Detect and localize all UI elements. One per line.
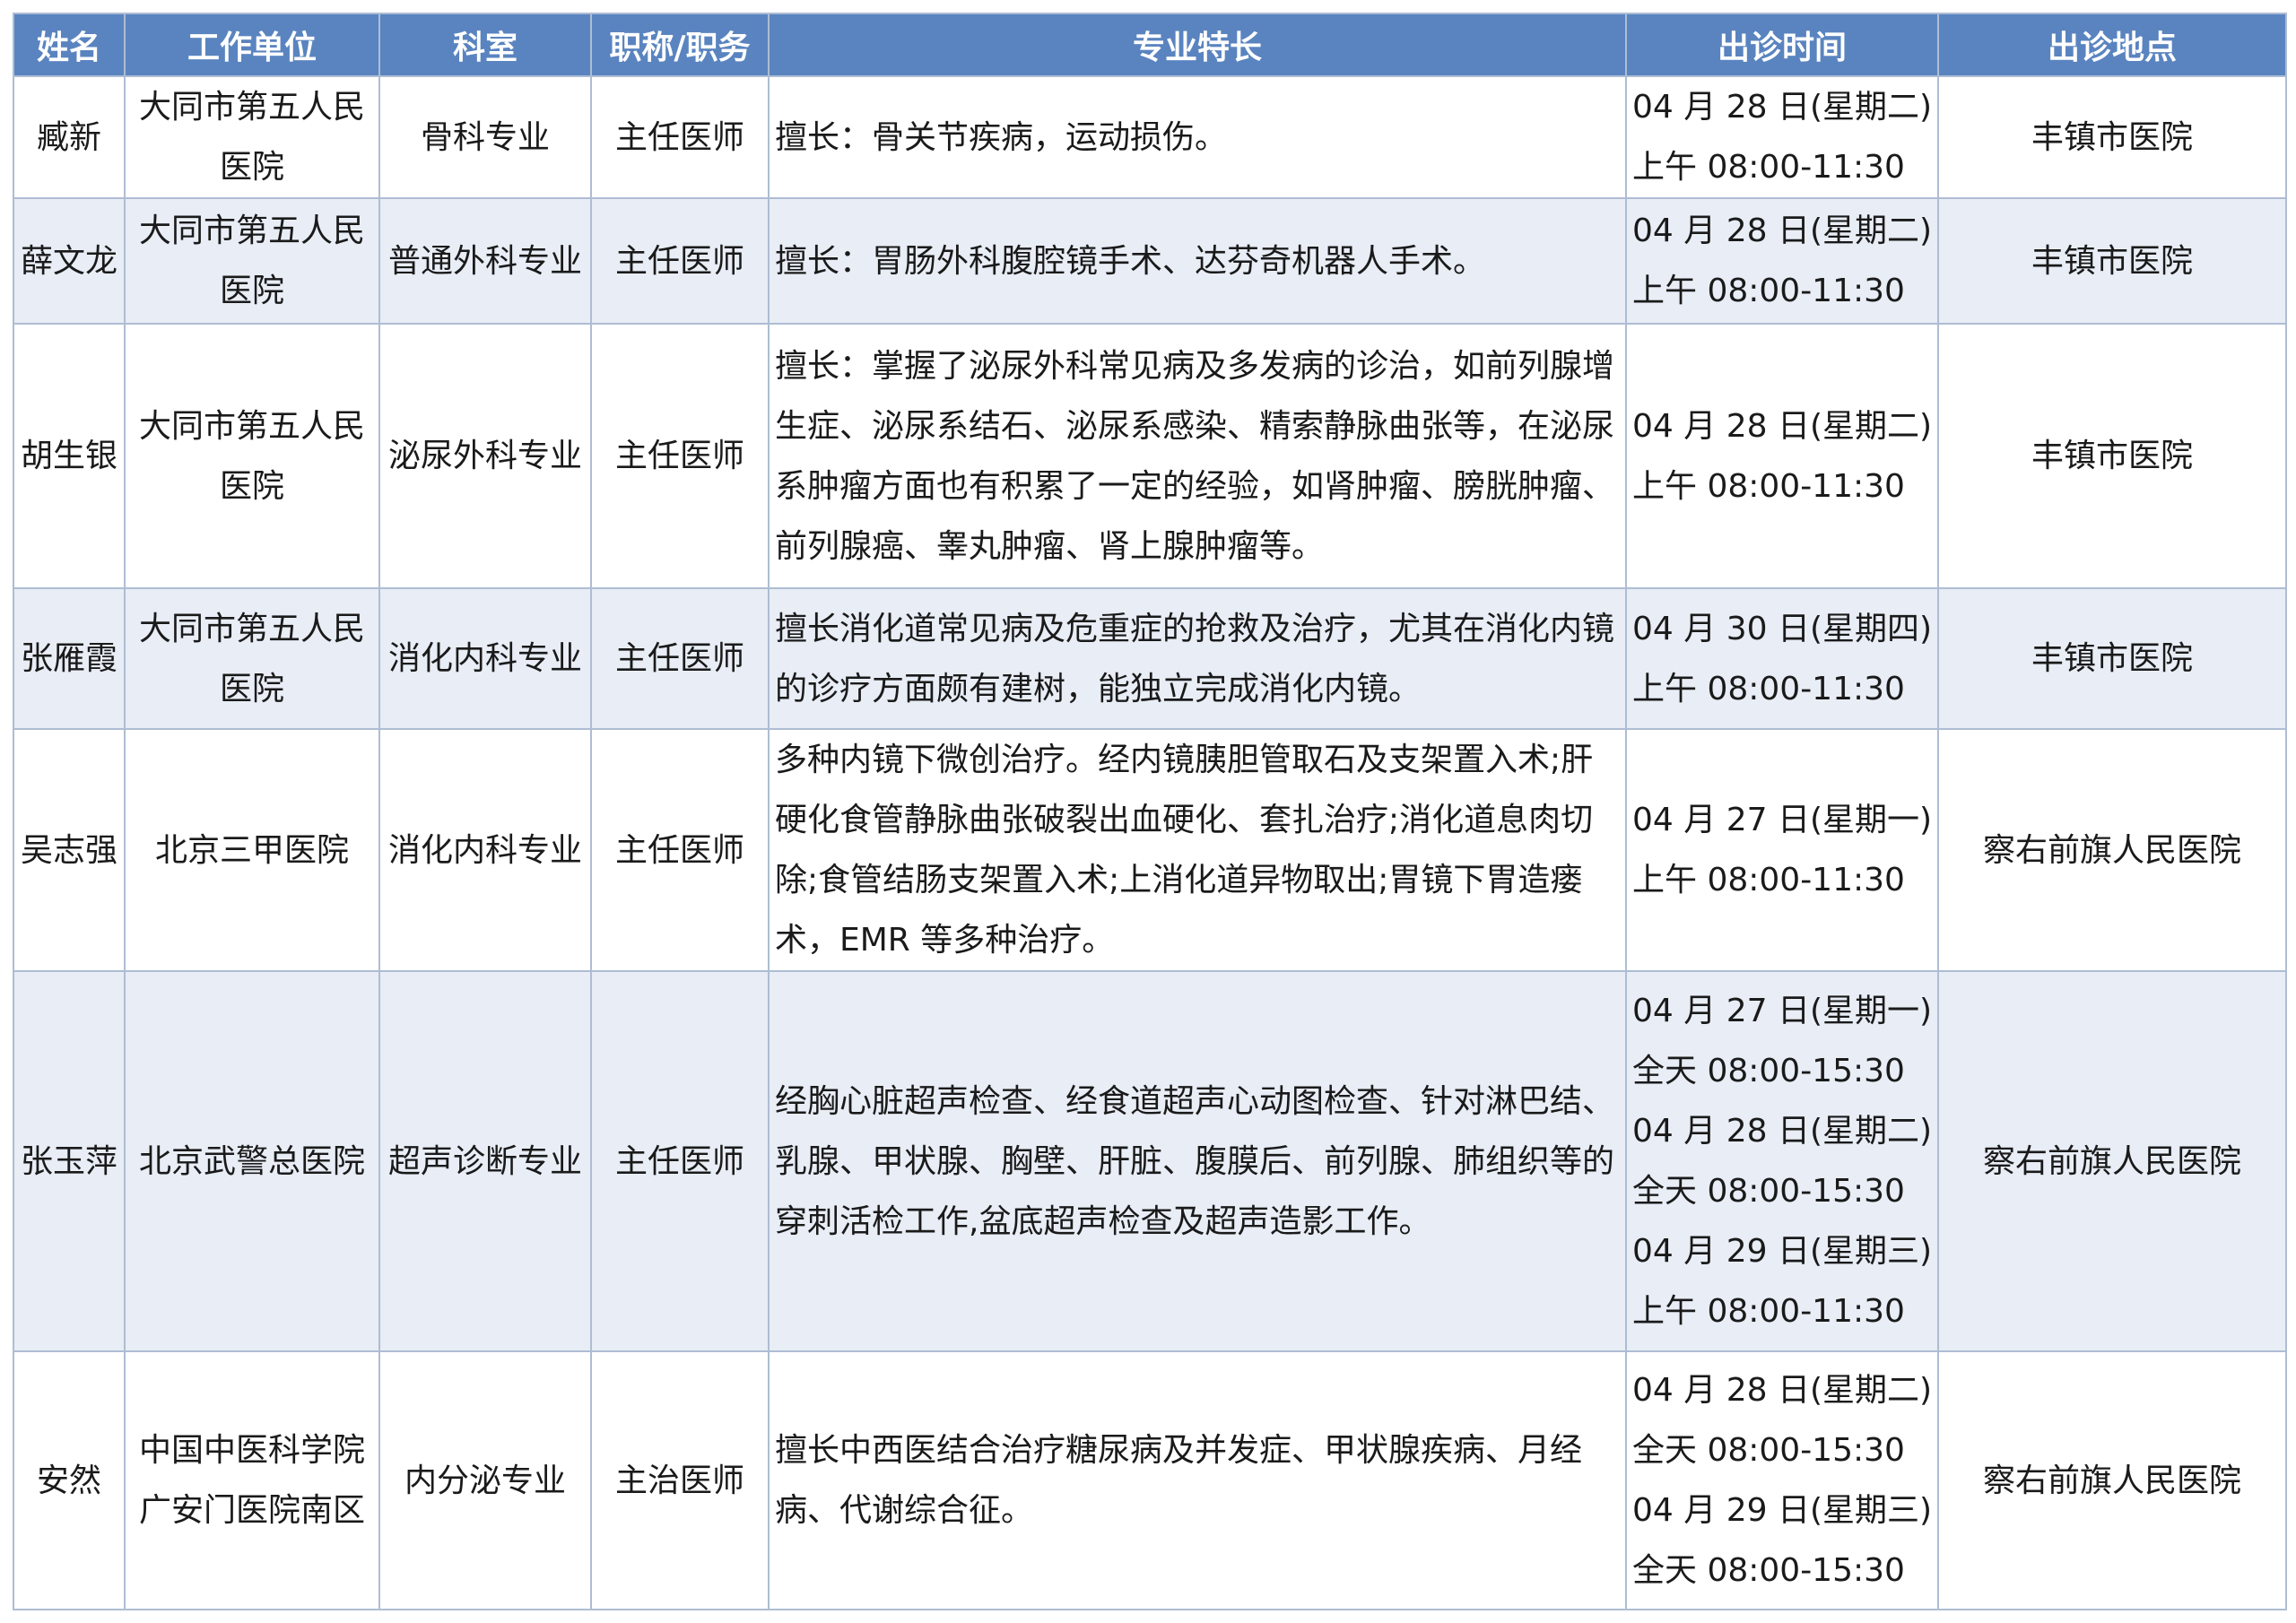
time-line: 上午 08:00-11:30: [1632, 862, 1905, 898]
doctor-name: 安然: [13, 1350, 126, 1610]
time-line: 04 月 29 日(星期三): [1632, 1492, 1933, 1529]
time-line: 04 月 28 日(星期二): [1632, 213, 1933, 249]
doctor-name: 张玉萍: [13, 970, 126, 1352]
time-line: 全天 08:00-15:30: [1632, 1173, 1905, 1210]
clinic-location: 察右前旗人民医院: [1937, 970, 2287, 1352]
clinic-time: 04 月 28 日(星期二) 全天 08:00-15:30 04 月 29 日(…: [1625, 1350, 1939, 1610]
table-row: 安然 中国中医科学院 广安门医院南区 内分泌专业 主治医师 擅长中西医结合治疗糖…: [13, 1350, 2287, 1610]
work-unit-line: 医院: [219, 467, 284, 505]
clinic-location: 丰镇市医院: [1937, 587, 2287, 730]
job-title: 主任医师: [590, 728, 770, 972]
time-line: 04 月 27 日(星期一): [1632, 802, 1933, 838]
header-time: 出诊时间: [1625, 13, 1939, 77]
table-row: 胡生银 大同市第五人民 医院 泌尿外科专业 主任医师 擅长：掌握了泌尿外科常见病…: [13, 323, 2287, 589]
work-unit-line: 大同市第五人民: [138, 610, 365, 647]
clinic-location: 察右前旗人民医院: [1937, 1350, 2287, 1610]
specialty: 多种内镜下微创治疗。经内镜胰胆管取石及支架置入术;肝硬化食管静脉曲张破裂出血硬化…: [768, 728, 1627, 972]
time-line: 04 月 27 日(星期一): [1632, 993, 1933, 1029]
department: 骨科专业: [378, 75, 592, 199]
table-row: 薛文龙 大同市第五人民 医院 普通外科专业 主任医师 擅长：胃肠外科腹腔镜手术、…: [13, 197, 2287, 325]
job-title: 主治医师: [590, 1350, 770, 1610]
header-specialty: 专业特长: [768, 13, 1627, 77]
department: 消化内科专业: [378, 587, 592, 730]
work-unit-line: 中国中医科学院: [138, 1432, 365, 1469]
clinic-time: 04 月 27 日(星期一) 全天 08:00-15:30 04 月 28 日(…: [1625, 970, 1939, 1352]
work-unit: 大同市第五人民 医院: [124, 323, 380, 589]
time-line: 04 月 29 日(星期三): [1632, 1233, 1933, 1270]
work-unit-line: 医院: [219, 670, 284, 707]
job-title: 主任医师: [590, 75, 770, 199]
doctor-name: 臧新: [13, 75, 126, 199]
time-line: 04 月 28 日(星期二): [1632, 407, 1933, 445]
time-line: 上午 08:00-11:30: [1632, 1293, 1905, 1330]
table-row: 张玉萍 北京武警总医院 超声诊断专业 主任医师 经胸心脏超声检查、经食道超声心动…: [13, 970, 2287, 1352]
job-title: 主任医师: [590, 197, 770, 325]
work-unit: 大同市第五人民 医院: [124, 75, 380, 199]
table-row: 张雁霞 大同市第五人民 医院 消化内科专业 主任医师 擅长消化道常见病及危重症的…: [13, 587, 2287, 730]
specialty: 擅长：骨关节疾病，运动损伤。: [768, 75, 1627, 199]
clinic-time: 04 月 28 日(星期二) 上午 08:00-11:30: [1625, 197, 1939, 325]
table-header-row: 姓名 工作单位 科室 职称/职务 专业特长 出诊时间 出诊地点: [13, 13, 2287, 77]
time-line: 上午 08:00-11:30: [1632, 149, 1905, 186]
table-row: 吴志强 北京三甲医院 消化内科专业 主任医师 多种内镜下微创治疗。经内镜胰胆管取…: [13, 728, 2287, 972]
clinic-location: 丰镇市医院: [1937, 323, 2287, 589]
work-unit-line: 医院: [219, 273, 284, 309]
time-line: 04 月 30 日(星期四): [1632, 610, 1933, 647]
clinic-time: 04 月 28 日(星期二) 上午 08:00-11:30: [1625, 75, 1939, 199]
work-unit-line: 北京武警总医院: [138, 1142, 365, 1180]
header-unit: 工作单位: [124, 13, 380, 77]
job-title: 主任医师: [590, 970, 770, 1352]
work-unit-line: 医院: [219, 149, 284, 186]
clinic-time: 04 月 30 日(星期四) 上午 08:00-11:30: [1625, 587, 1939, 730]
time-line: 全天 08:00-15:30: [1632, 1432, 1905, 1469]
department: 泌尿外科专业: [378, 323, 592, 589]
doctor-name: 吴志强: [13, 728, 126, 972]
work-unit-line: 大同市第五人民: [138, 213, 365, 249]
clinic-location: 察右前旗人民医院: [1937, 728, 2287, 972]
header-department: 科室: [378, 13, 592, 77]
clinic-time: 04 月 27 日(星期一) 上午 08:00-11:30: [1625, 728, 1939, 972]
time-line: 04 月 28 日(星期二): [1632, 89, 1933, 126]
clinic-schedule-table: 姓名 工作单位 科室 职称/职务 专业特长 出诊时间 出诊地点 臧新 大同市第五…: [13, 13, 2287, 1610]
specialty: 擅长：掌握了泌尿外科常见病及多发病的诊治，如前列腺增生症、泌尿系结石、泌尿系感染…: [768, 323, 1627, 589]
work-unit-line: 大同市第五人民: [138, 407, 365, 445]
work-unit: 北京武警总医院: [124, 970, 380, 1352]
work-unit-line: 大同市第五人民: [138, 89, 365, 126]
work-unit-line: 广安门医院南区: [138, 1492, 365, 1529]
specialty: 擅长中西医结合治疗糖尿病及并发症、甲状腺疾病、月经病、代谢综合征。: [768, 1350, 1627, 1610]
specialty: 经胸心脏超声检查、经食道超声心动图检查、针对淋巴结、乳腺、甲状腺、胸壁、肝脏、腹…: [768, 970, 1627, 1352]
doctor-name: 张雁霞: [13, 587, 126, 730]
work-unit: 中国中医科学院 广安门医院南区: [124, 1350, 380, 1610]
time-line: 上午 08:00-11:30: [1632, 273, 1905, 309]
time-line: 04 月 28 日(星期二): [1632, 1372, 1933, 1409]
work-unit: 大同市第五人民 医院: [124, 587, 380, 730]
department: 普通外科专业: [378, 197, 592, 325]
department: 消化内科专业: [378, 728, 592, 972]
time-line: 04 月 28 日(星期二): [1632, 1113, 1933, 1150]
time-line: 上午 08:00-11:30: [1632, 670, 1905, 707]
header-title: 职称/职务: [590, 13, 770, 77]
time-line: 上午 08:00-11:30: [1632, 467, 1905, 505]
table-row: 臧新 大同市第五人民 医院 骨科专业 主任医师 擅长：骨关节疾病，运动损伤。 0…: [13, 75, 2287, 199]
time-line: 全天 08:00-15:30: [1632, 1552, 1905, 1589]
header-name: 姓名: [13, 13, 126, 77]
department: 超声诊断专业: [378, 970, 592, 1352]
specialty: 擅长：胃肠外科腹腔镜手术、达芬奇机器人手术。: [768, 197, 1627, 325]
work-unit-line: 北京三甲医院: [154, 831, 349, 869]
work-unit: 大同市第五人民 医院: [124, 197, 380, 325]
department: 内分泌专业: [378, 1350, 592, 1610]
clinic-location: 丰镇市医院: [1937, 197, 2287, 325]
doctor-name: 胡生银: [13, 323, 126, 589]
work-unit: 北京三甲医院: [124, 728, 380, 972]
doctor-name: 薛文龙: [13, 197, 126, 325]
job-title: 主任医师: [590, 323, 770, 589]
header-location: 出诊地点: [1937, 13, 2287, 77]
clinic-time: 04 月 28 日(星期二) 上午 08:00-11:30: [1625, 323, 1939, 589]
specialty: 擅长消化道常见病及危重症的抢救及治疗，尤其在消化内镜的诊疗方面颇有建树，能独立完…: [768, 587, 1627, 730]
job-title: 主任医师: [590, 587, 770, 730]
time-line: 全天 08:00-15:30: [1632, 1053, 1905, 1089]
clinic-location: 丰镇市医院: [1937, 75, 2287, 199]
